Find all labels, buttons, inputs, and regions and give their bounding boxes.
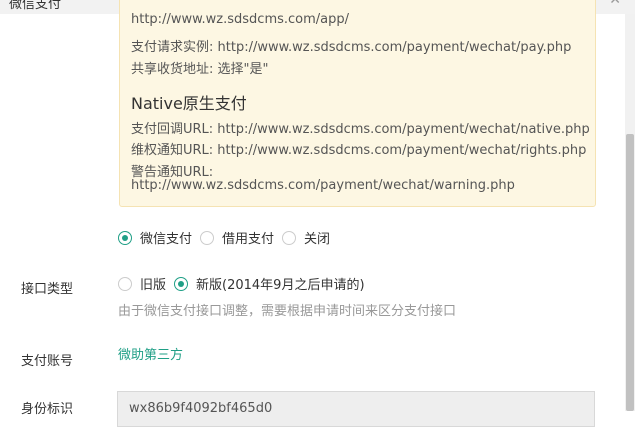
- radio-disabled[interactable]: 关闭: [282, 228, 330, 247]
- radio-borrow-pay[interactable]: 借用支付: [200, 228, 274, 247]
- identity-input[interactable]: wx86b9f4092bf465d0: [117, 391, 595, 427]
- interface-type-help: 由于微信支付接口调整，需要根据申请时间来区分支付接口: [118, 304, 457, 319]
- radio-unchecked-icon[interactable]: [200, 230, 215, 245]
- notice-section-title: Native原生支付: [131, 94, 247, 113]
- radio-unchecked-icon[interactable]: [118, 276, 132, 291]
- close-icon[interactable]: ✕: [609, 0, 621, 8]
- radio-wechat-pay[interactable]: 微信支付: [118, 228, 192, 247]
- radio-unchecked-icon[interactable]: [282, 230, 297, 245]
- notice-line: http://www.wz.sdsdcms.com/app/: [131, 12, 350, 27]
- radio-label[interactable]: 微信支付: [140, 228, 192, 247]
- radio-checked-icon[interactable]: [174, 276, 189, 291]
- identity-label: 身份标识: [21, 402, 74, 417]
- radio-label[interactable]: 旧版: [140, 274, 166, 293]
- payment-mode-radio-group: 微信支付 借用支付 关闭: [118, 228, 338, 247]
- notice-line: 支付回调URL: http://www.wz.sdsdcms.com/payme…: [131, 122, 590, 137]
- notice-line: 共享收货地址: 选择"是": [131, 62, 269, 77]
- dialog-title: 微信支付: [9, 0, 62, 12]
- config-notice: http://www.wz.sdsdcms.com/app/ 支付请求实例: h…: [119, 0, 596, 207]
- scrollbar[interactable]: [625, 14, 635, 411]
- pay-account-link[interactable]: 微助第三方: [118, 344, 183, 363]
- interface-type-label: 接口类型: [21, 282, 74, 297]
- notice-line: 支付请求实例: http://www.wz.sdsdcms.com/paymen…: [131, 40, 572, 55]
- pay-account-label: 支付账号: [21, 354, 74, 369]
- scrollbar-thumb[interactable]: [626, 134, 634, 411]
- notice-line: 维权通知URL: http://www.wz.sdsdcms.com/payme…: [131, 143, 587, 158]
- radio-old-version[interactable]: 旧版: [118, 274, 166, 293]
- radio-new-version[interactable]: 新版(2014年9月之后申请的): [174, 274, 365, 293]
- radio-label[interactable]: 关闭: [304, 228, 330, 247]
- radio-label[interactable]: 新版(2014年9月之后申请的): [196, 274, 365, 293]
- notice-line: http://www.wz.sdsdcms.com/payment/wechat…: [131, 178, 515, 193]
- radio-checked-icon[interactable]: [118, 230, 132, 245]
- radio-label[interactable]: 借用支付: [222, 228, 274, 247]
- interface-type-radio-group: 旧版 新版(2014年9月之后申请的): [118, 274, 373, 293]
